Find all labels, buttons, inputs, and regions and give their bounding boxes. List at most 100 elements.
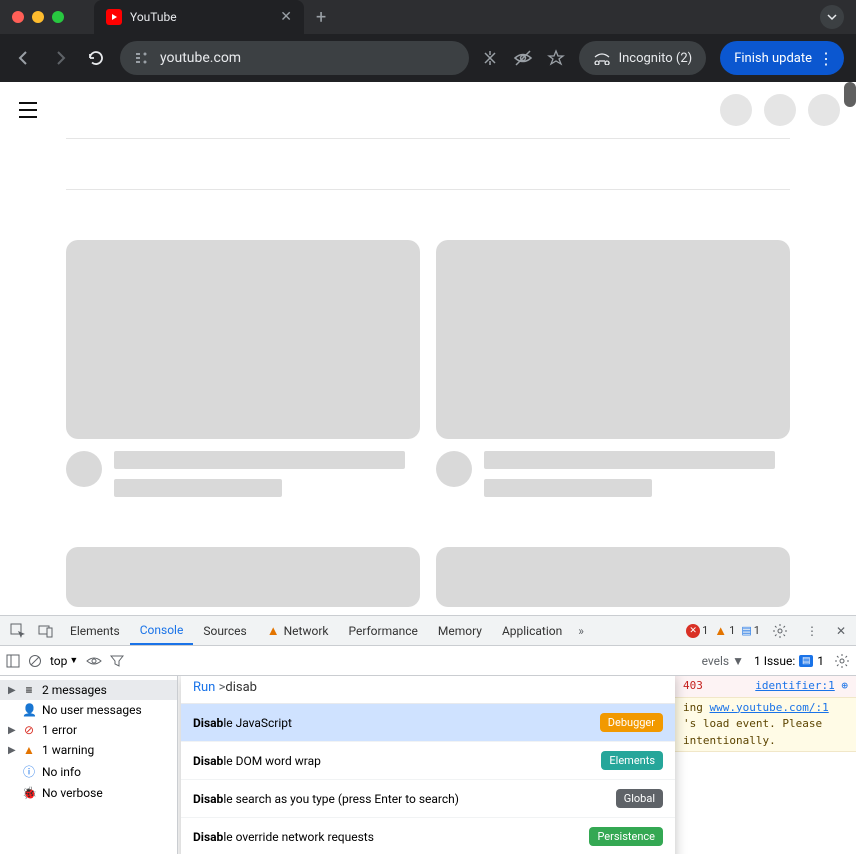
command-list: Disable JavaScriptDebuggerDisable DOM wo…: [181, 704, 675, 854]
site-settings-icon[interactable]: [134, 50, 150, 66]
browser-tab[interactable]: YouTube ✕: [94, 0, 304, 34]
live-expression-button[interactable]: [86, 655, 102, 667]
inspect-element-button[interactable]: [4, 623, 32, 639]
close-tab-button[interactable]: ✕: [280, 9, 292, 25]
error-badge[interactable]: ✕1: [686, 624, 708, 638]
youtube-header: [0, 82, 856, 138]
command-item-tag: Global: [616, 789, 663, 808]
reload-button[interactable]: [84, 46, 108, 70]
header-skeleton-button: [808, 94, 840, 126]
warning-badge[interactable]: ▲1: [714, 623, 735, 639]
console-toolbar: top ▼ evels ▼ 1 Issue: ▤ 1: [0, 646, 856, 676]
tab-network[interactable]: ▲Network: [257, 616, 339, 645]
address-bar[interactable]: youtube.com: [120, 41, 469, 75]
execution-context-selector[interactable]: top ▼: [50, 654, 78, 668]
sidebar-no-verbose[interactable]: 🐞No verbose: [0, 783, 177, 803]
warning-triangle-icon: ▲: [267, 623, 280, 639]
filter-icon[interactable]: [110, 654, 124, 668]
command-item[interactable]: Disable override network requestsPersist…: [181, 818, 675, 854]
traffic-lights: [12, 11, 64, 23]
command-item[interactable]: Disable search as you type (press Enter …: [181, 780, 675, 818]
url-text: youtube.com: [160, 50, 241, 66]
info-badge[interactable]: ▤1: [741, 624, 760, 637]
console-sidebar-toggle[interactable]: [6, 654, 20, 668]
youtube-content: [0, 138, 856, 607]
thumbnail-skeleton: [66, 240, 420, 439]
settings-gear-icon[interactable]: [766, 623, 794, 639]
console-warning-row[interactable]: ing www.youtube.com/:1 's load event. Pl…: [675, 698, 856, 753]
info-square-icon: ▤: [741, 624, 751, 637]
tab-elements[interactable]: Elements: [60, 616, 130, 645]
tab-console[interactable]: Console: [130, 616, 194, 645]
new-tab-button[interactable]: +: [316, 7, 326, 28]
sidebar-errors[interactable]: ▶⊘1 error: [0, 720, 177, 740]
command-input[interactable]: Run >disab: [181, 676, 675, 704]
tab-memory[interactable]: Memory: [428, 616, 492, 645]
command-item-tag: Elements: [601, 751, 663, 770]
eye-off-icon[interactable]: [513, 49, 533, 67]
video-skeleton-card: [66, 240, 420, 497]
clear-console-button[interactable]: [28, 654, 42, 668]
tab-application[interactable]: Application: [492, 616, 572, 645]
arrow-left-icon: [15, 49, 33, 67]
thumbnail-skeleton: [436, 240, 790, 439]
finish-update-button[interactable]: Finish update ⋮: [720, 41, 844, 75]
console-error-row[interactable]: 403 identifier:1 ⊕: [675, 676, 856, 698]
command-item-label: Disable override network requests: [193, 830, 589, 844]
divider: [66, 189, 790, 190]
bookmark-star-icon[interactable]: [547, 49, 565, 67]
issues-button[interactable]: 1 Issue: ▤ 1: [754, 654, 824, 668]
video-skeleton-card: [436, 240, 790, 497]
text-skeleton: [114, 479, 282, 497]
command-palette: Run >disab Disable JavaScriptDebuggerDis…: [181, 676, 675, 854]
source-link[interactable]: www.youtube.com/:1: [710, 701, 829, 714]
command-item-tag: Persistence: [589, 827, 663, 846]
incognito-indicator[interactable]: Incognito (2): [579, 41, 707, 75]
tab-sources[interactable]: Sources: [193, 616, 256, 645]
text-skeleton: [484, 451, 775, 469]
chevron-down-icon: [826, 11, 838, 23]
sidebar-warnings[interactable]: ▶▲1 warning: [0, 740, 177, 760]
sidebar-messages[interactable]: ▶≡2 messages: [0, 680, 177, 700]
command-item[interactable]: Disable DOM word wrapElements: [181, 742, 675, 780]
tab-title: YouTube: [130, 10, 272, 24]
close-window-button[interactable]: [12, 11, 24, 23]
tab-strip: YouTube ✕ +: [94, 0, 326, 34]
text-skeleton: [114, 451, 405, 469]
devtools-menu-button[interactable]: ⋮: [800, 624, 824, 638]
console-settings-gear-icon[interactable]: [834, 653, 850, 669]
device-toolbar-button[interactable]: [32, 623, 60, 639]
log-levels-selector[interactable]: evels ▼: [702, 654, 744, 668]
sidebar-no-user[interactable]: 👤No user messages: [0, 700, 177, 720]
page-scrollbar[interactable]: [844, 82, 856, 107]
menu-dots-icon[interactable]: ⋮: [818, 49, 834, 68]
command-item-tag: Debugger: [600, 713, 663, 732]
arrow-right-icon: [51, 49, 69, 67]
tab-search-button[interactable]: [820, 5, 844, 29]
sidebar-no-info[interactable]: ⓘNo info: [0, 760, 177, 783]
issue-count-badge: ▤: [799, 655, 813, 667]
maximize-window-button[interactable]: [52, 11, 64, 23]
extensions-icon[interactable]: [481, 49, 499, 67]
header-skeleton-button: [764, 94, 796, 126]
more-tabs-button[interactable]: »: [572, 624, 590, 638]
console-sidebar: ▶≡2 messages 👤No user messages ▶⊘1 error…: [0, 676, 178, 854]
minimize-window-button[interactable]: [32, 11, 44, 23]
command-item-label: Disable DOM word wrap: [193, 754, 601, 768]
incognito-label: Incognito (2): [619, 51, 693, 66]
command-item-label: Disable search as you type (press Enter …: [193, 792, 616, 806]
hamburger-menu-button[interactable]: [16, 98, 40, 122]
close-devtools-button[interactable]: ✕: [830, 624, 852, 638]
text-skeleton: [484, 479, 652, 497]
devtools-panel: Elements Console Sources ▲Network Perfor…: [0, 615, 856, 854]
console-main: 403 identifier:1 ⊕ ing www.youtube.com/:…: [178, 676, 856, 854]
header-skeleton-button: [720, 94, 752, 126]
forward-button[interactable]: [48, 46, 72, 70]
console-output: 403 identifier:1 ⊕ ing www.youtube.com/:…: [675, 676, 856, 752]
command-item[interactable]: Disable JavaScriptDebugger: [181, 704, 675, 742]
back-button[interactable]: [12, 46, 36, 70]
avatar-skeleton: [66, 451, 102, 487]
tab-performance[interactable]: Performance: [338, 616, 427, 645]
source-link[interactable]: identifier:1: [755, 679, 834, 692]
devtools-tab-bar: Elements Console Sources ▲Network Perfor…: [0, 616, 856, 646]
